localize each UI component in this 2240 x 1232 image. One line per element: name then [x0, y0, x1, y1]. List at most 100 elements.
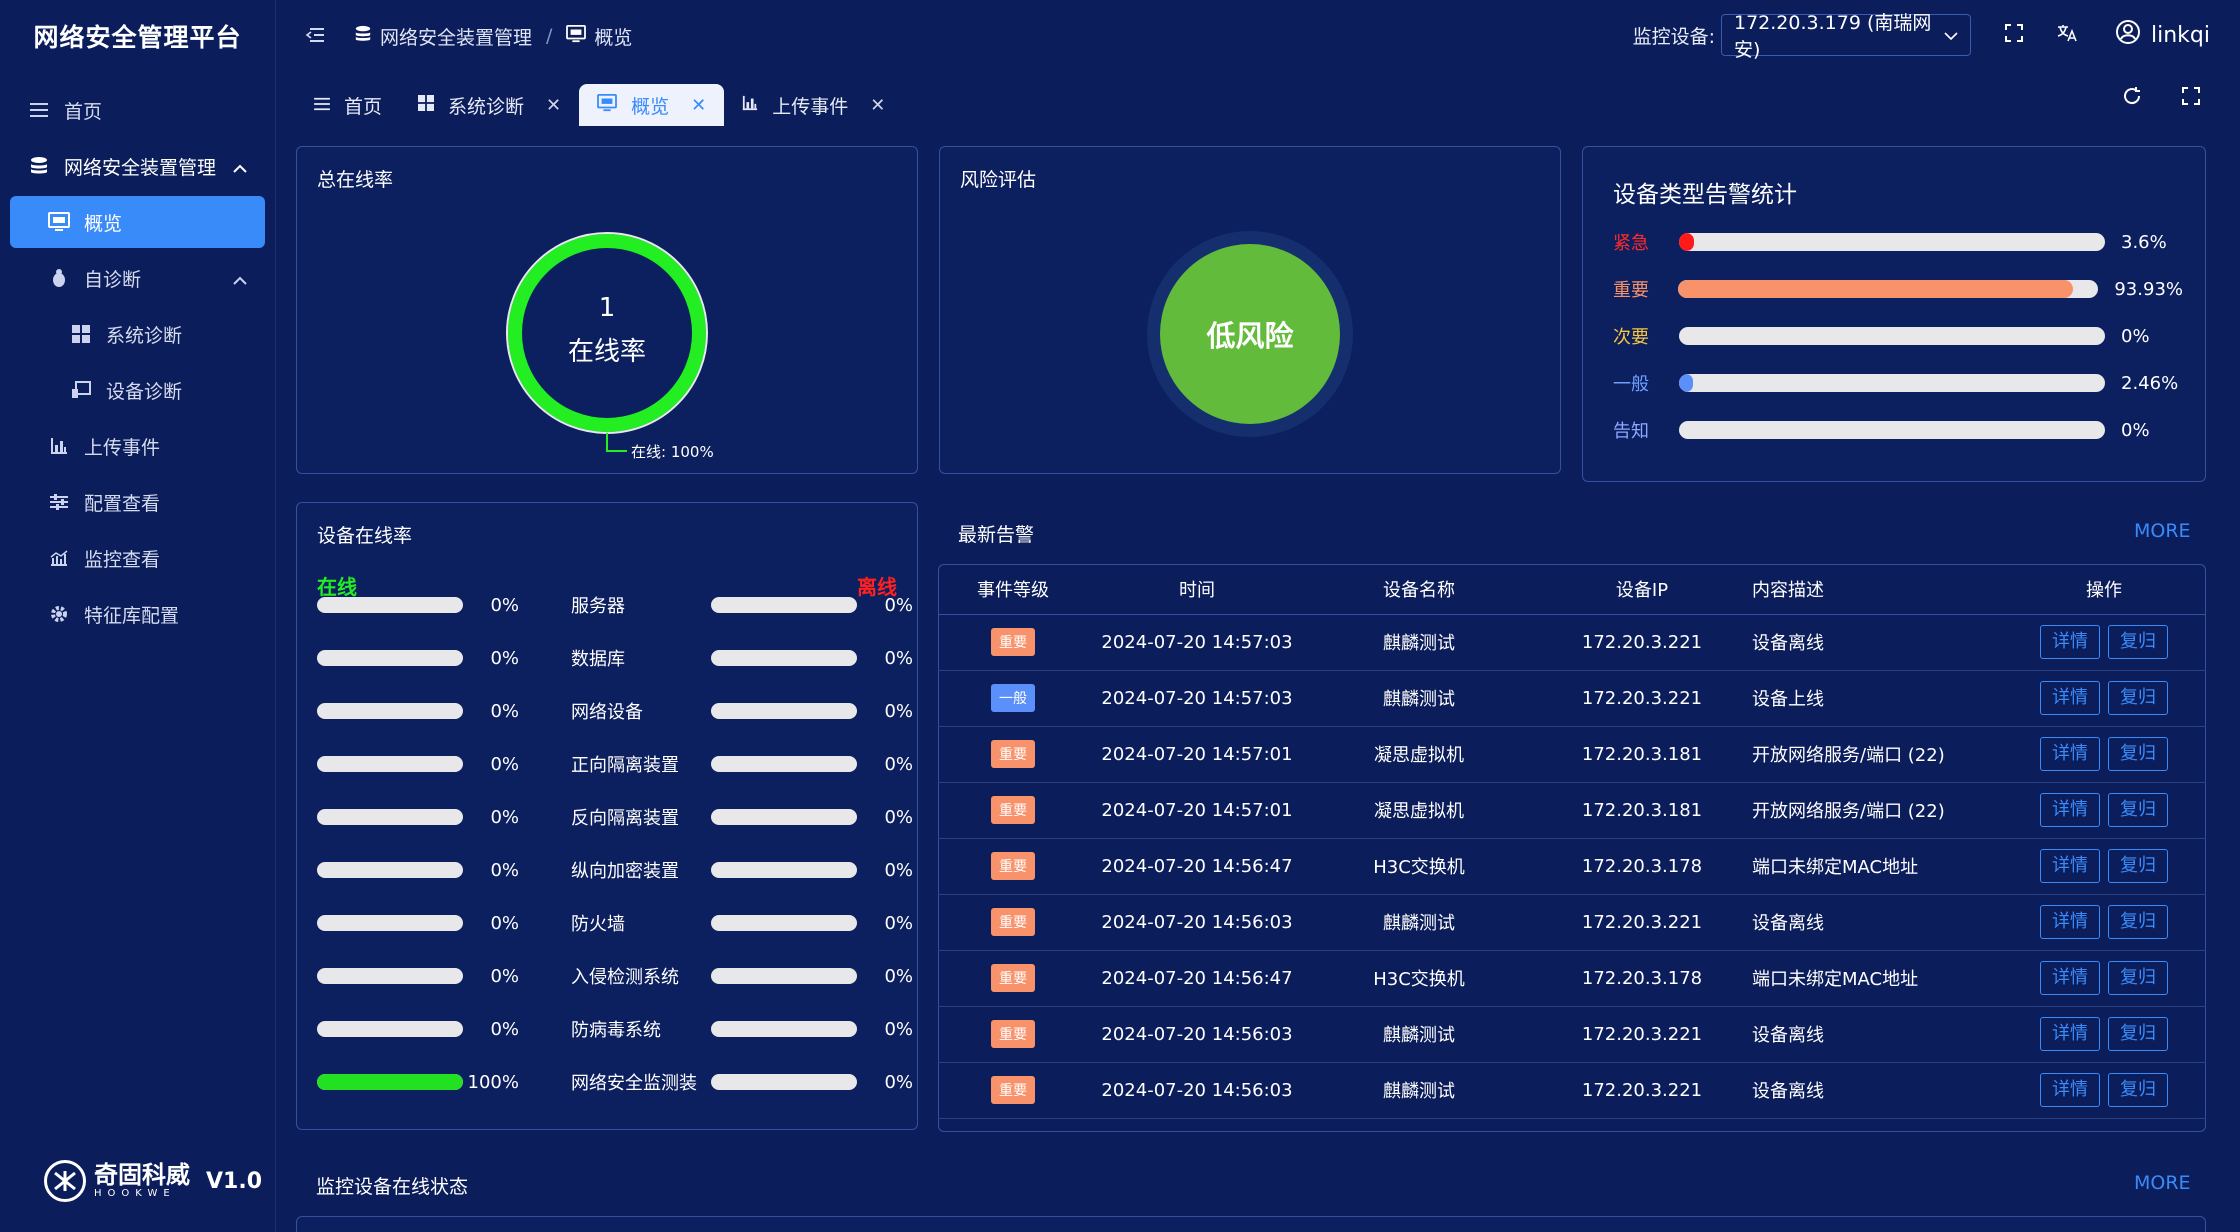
sidebar-item-home[interactable]: 首页: [10, 84, 265, 136]
online-progress-bar: [317, 809, 463, 825]
chevron-up-icon: [233, 269, 247, 291]
table-row: 重要 2024-07-20 14:56:03 麒麟测试 172.20.3.221 设备离…: [938, 894, 2206, 951]
detail-button[interactable]: 详情: [2040, 905, 2100, 939]
tab-system-diagnosis[interactable]: 系统诊断 ✕: [400, 84, 579, 126]
close-icon[interactable]: ✕: [691, 95, 706, 116]
detail-button[interactable]: 详情: [2040, 625, 2100, 659]
translate-icon[interactable]: [2057, 23, 2077, 47]
restore-button[interactable]: 复归: [2108, 849, 2168, 883]
detail-button[interactable]: 详情: [2040, 961, 2100, 995]
device-type-name: 防病毒系统: [571, 1020, 661, 1041]
sidebar-item-label: 特征库配置: [84, 604, 180, 627]
device-select-value: 172.20.3.179 (南瑞网安): [1734, 12, 1932, 61]
device-name: 麒麟测试: [1306, 1006, 1532, 1063]
alarm-progress-bar: [1679, 233, 2105, 251]
detail-button[interactable]: 详情: [2040, 681, 2100, 715]
offline-percent: 0%: [884, 1071, 913, 1093]
event-description: 设备上线: [1752, 670, 2002, 727]
sidebar-item-label: 配置查看: [84, 492, 161, 515]
sidebar-item-security-device-management[interactable]: 网络安全装置管理: [10, 140, 265, 192]
sidebar-item-monitor-view[interactable]: 监控查看: [10, 532, 265, 584]
online-progress-bar: [317, 597, 463, 613]
event-level-badge: 重要: [991, 964, 1035, 992]
detail-button[interactable]: 详情: [2040, 849, 2100, 883]
event-level-badge: 重要: [991, 628, 1035, 656]
tab-upload-events[interactable]: 上传事件 ✕: [724, 84, 903, 126]
device-name: 凝思虚拟机: [1306, 726, 1532, 783]
bar-chart-icon: [742, 94, 758, 116]
alarm-percent: 2.46%: [2121, 372, 2179, 394]
sidebar-item-label: 设备诊断: [106, 380, 183, 403]
restore-button[interactable]: 复归: [2108, 905, 2168, 939]
online-progress-bar: [317, 703, 463, 719]
device-name: H3C交换机: [1306, 838, 1532, 895]
device-select[interactable]: 172.20.3.179 (南瑞网安): [1721, 12, 1971, 61]
detail-button[interactable]: 详情: [2040, 737, 2100, 771]
latest-alarms-table-wrap: 事件等级 时间 设备名称 设备IP 内容描述 操作 重要 2024-07-20 1…: [938, 564, 2206, 1132]
breadcrumb-item[interactable]: 网络安全装置管理: [380, 23, 532, 50]
fullscreen-icon[interactable]: [2005, 23, 2023, 47]
brand-logo: [44, 1160, 86, 1202]
alarm-progress-bar: [1679, 374, 2105, 392]
offline-progress-bar: [711, 703, 857, 719]
sidebar-item-overview[interactable]: 概览: [10, 196, 265, 248]
detail-button[interactable]: 详情: [2040, 793, 2100, 827]
sidebar-item-label: 上传事件: [84, 436, 161, 459]
sidebar-item-config-view[interactable]: 配置查看: [10, 476, 265, 528]
sidebar-item-upload-events[interactable]: 上传事件: [10, 420, 265, 472]
detail-button[interactable]: 详情: [2040, 1017, 2100, 1051]
breadcrumb: 网络安全装置管理 / 概览: [354, 23, 632, 50]
monitor-status-more-link[interactable]: MORE: [2134, 1172, 2191, 1194]
user-menu[interactable]: linkqi: [2115, 19, 2210, 51]
event-time: 2024-07-20 14:56:03: [1088, 894, 1306, 951]
alarm-level-label: 一般: [1613, 374, 1649, 395]
breadcrumb-item: 概览: [594, 26, 633, 49]
restore-button[interactable]: 复归: [2108, 681, 2168, 715]
restore-button[interactable]: 复归: [2108, 961, 2168, 995]
tab-home[interactable]: 首页: [296, 84, 400, 126]
table-row: 重要 2024-07-20 14:56:47 H3C交换机 172.20.3.178 端…: [938, 838, 2206, 895]
event-description: 开放网络服务/端口 (22): [1752, 726, 2002, 783]
alarm-progress-bar: [1679, 421, 2105, 439]
restore-button[interactable]: 复归: [2108, 1073, 2168, 1107]
device-alarm-stats-card: 设备类型告警统计 紧急 3.6% 重要 93.93% 次要 0% 一般 2.46% 告知 0%: [1582, 146, 2206, 482]
online-percent: 0%: [490, 965, 519, 987]
username: linkqi: [2151, 22, 2210, 48]
close-icon[interactable]: ✕: [546, 95, 561, 116]
table-row: 重要 2024-07-20 14:56:47 H3C交换机 172.20.3.178 端…: [938, 950, 2206, 1007]
event-description: 端口未绑定MAC地址: [1752, 838, 2002, 895]
database-icon: [354, 25, 372, 48]
sidebar-item-device-diagnosis[interactable]: 设备诊断: [10, 364, 265, 416]
refresh-icon[interactable]: [2122, 86, 2142, 112]
collapse-sidebar-icon[interactable]: [305, 24, 324, 48]
restore-button[interactable]: 复归: [2108, 737, 2168, 771]
online-progress-fill: [317, 1074, 463, 1090]
online-percent: 0%: [490, 1018, 519, 1040]
alarm-percent: 0%: [2121, 325, 2150, 347]
online-progress-bar: [317, 968, 463, 984]
restore-button[interactable]: 复归: [2108, 793, 2168, 827]
alarm-stat-row: 次要 0%: [1613, 323, 2183, 349]
online-progress-bar: [317, 756, 463, 772]
restore-button[interactable]: 复归: [2108, 1017, 2168, 1051]
sidebar-item-system-diagnosis[interactable]: 系统诊断: [10, 308, 265, 360]
alarm-progress-fill: [1679, 374, 1693, 392]
device-ip: 172.20.3.221: [1532, 670, 1752, 727]
restore-button[interactable]: 复归: [2108, 625, 2168, 659]
alarm-stat-row: 告知 0%: [1613, 417, 2183, 443]
breadcrumb-separator: /: [546, 25, 553, 47]
device-type-name: 反向隔离装置: [571, 808, 679, 829]
latest-alarms-more-link[interactable]: MORE: [2134, 520, 2191, 542]
sidebar-item-self-diagnosis[interactable]: 自诊断: [10, 252, 265, 304]
maximize-icon[interactable]: [2182, 86, 2200, 112]
sidebar-item-feature-library-config[interactable]: 特征库配置: [10, 588, 265, 640]
close-icon[interactable]: ✕: [870, 95, 885, 116]
detail-button[interactable]: 详情: [2040, 1073, 2100, 1107]
tab-overview[interactable]: 概览 ✕: [579, 84, 725, 126]
device-online-row: 0% 网络设备 0%: [317, 693, 913, 729]
offline-progress-bar: [711, 756, 857, 772]
top-bar: 网络安全装置管理 / 概览 监控设备: 172.20.3.179 (南瑞网安) …: [276, 0, 2240, 72]
table-row: 重要 2024-07-20 14:57:01 凝思虚拟机 172.20.3.181 开放…: [938, 782, 2206, 839]
latest-alarms-title: 最新告警: [958, 524, 1035, 546]
alarm-level-label: 重要: [1613, 280, 1649, 301]
